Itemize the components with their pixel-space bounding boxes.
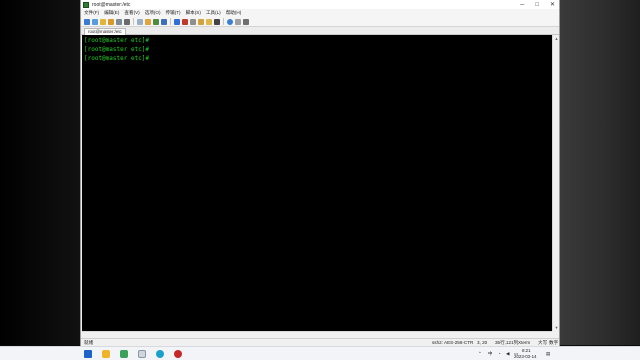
maximize-icon[interactable]: □ bbox=[535, 2, 539, 8]
status-cipher: ssh2: AES-256-CTR bbox=[432, 340, 474, 345]
vertical-scrollbar[interactable]: ▲ ▼ bbox=[552, 35, 559, 331]
scroll-down-icon[interactable]: ▼ bbox=[553, 324, 560, 331]
app-icon bbox=[83, 1, 89, 8]
clock-date[interactable]: 2023-03-14 bbox=[514, 354, 536, 359]
tray-chevron-icon[interactable]: ⌃ bbox=[478, 351, 482, 357]
globe-icon[interactable] bbox=[227, 18, 233, 25]
paste-icon[interactable] bbox=[145, 18, 151, 25]
disconnect-icon[interactable] bbox=[124, 18, 130, 25]
menu-file[interactable]: 文件(F) bbox=[84, 10, 99, 16]
file-explorer-icon[interactable] bbox=[102, 350, 110, 358]
quick-connect-icon[interactable] bbox=[92, 18, 98, 25]
toolbar-separator bbox=[223, 18, 224, 25]
copy-icon[interactable] bbox=[137, 18, 143, 25]
menu-bar: 文件(F) 编辑(E) 查看(V) 选项(O) 传输(T) 脚本(S) 工具(L… bbox=[81, 9, 559, 17]
menu-edit[interactable]: 编辑(E) bbox=[104, 10, 119, 16]
desktop-left bbox=[0, 0, 80, 345]
reconnect-icon[interactable] bbox=[116, 18, 122, 25]
print-icon[interactable] bbox=[161, 18, 167, 25]
screen-icon[interactable] bbox=[235, 18, 241, 25]
terminal-output[interactable]: [root@master etc]# [root@master etc]# [r… bbox=[82, 35, 552, 331]
screen: root@master:/etc ─ □ ✕ 文件(F) 编辑(E) 查看(V)… bbox=[0, 0, 640, 360]
volume-icon[interactable]: ◀ bbox=[506, 351, 509, 357]
title-bar[interactable]: root@master:/etc ─ □ ✕ bbox=[81, 0, 559, 9]
terminal-line: [root@master etc]# bbox=[84, 37, 150, 44]
terminal-line: [root@master etc]# bbox=[84, 46, 150, 53]
app-icon-green[interactable] bbox=[120, 350, 128, 358]
session-tabs: root@master:/etc bbox=[81, 27, 559, 35]
lock-icon[interactable] bbox=[206, 18, 212, 25]
status-bar: 就绪 ssh2: AES-256-CTR 3, 20 35行,121列 Xter… bbox=[81, 338, 559, 346]
menu-tools[interactable]: 工具(L) bbox=[206, 10, 221, 16]
settings-icon[interactable] bbox=[182, 18, 188, 25]
window-controls: ─ □ ✕ bbox=[520, 0, 555, 9]
menu-help[interactable]: 帮助(H) bbox=[226, 10, 242, 16]
network-icon[interactable]: ◔ bbox=[498, 351, 501, 356]
terminal-line: [root@master etc]# bbox=[84, 55, 150, 62]
securecrt-icon[interactable] bbox=[138, 350, 146, 358]
tab-root-master-etc[interactable]: root@master:/etc bbox=[84, 28, 126, 35]
menu-options[interactable]: 选项(O) bbox=[145, 10, 161, 16]
notification-icon[interactable]: ▤ bbox=[546, 351, 550, 357]
horizontal-scrollbar[interactable] bbox=[82, 331, 552, 338]
toolbar-separator bbox=[133, 18, 134, 25]
sftp-icon[interactable] bbox=[174, 18, 180, 25]
edge-icon[interactable] bbox=[156, 350, 164, 358]
desktop-right bbox=[560, 0, 640, 345]
menu-view[interactable]: 查看(V) bbox=[124, 10, 139, 16]
key-icon[interactable] bbox=[198, 18, 204, 25]
menu-script[interactable]: 脚本(S) bbox=[186, 10, 201, 16]
toolbar bbox=[81, 17, 559, 27]
status-cursor: 3, 20 bbox=[477, 340, 488, 345]
keymap-icon[interactable] bbox=[190, 18, 196, 25]
connect-icon[interactable] bbox=[84, 18, 90, 25]
find-icon[interactable] bbox=[153, 18, 159, 25]
window-title: root@master:/etc bbox=[92, 1, 131, 8]
help-icon[interactable] bbox=[214, 18, 220, 25]
script-icon[interactable] bbox=[243, 18, 249, 25]
toolbar-separator bbox=[170, 18, 171, 25]
status-term: Xterm bbox=[518, 340, 531, 345]
minimize-icon[interactable]: ─ bbox=[520, 2, 524, 8]
record-icon[interactable] bbox=[174, 350, 182, 358]
taskbar: ⌃ 中 ◔ ◀ ▭ 8:21 2023-03-14 ▤ bbox=[0, 346, 640, 360]
start-icon[interactable] bbox=[84, 350, 92, 358]
open-session-icon[interactable] bbox=[100, 18, 106, 25]
close-icon[interactable]: ✕ bbox=[550, 1, 555, 8]
folder-icon[interactable] bbox=[108, 18, 114, 25]
terminal-window: root@master:/etc ─ □ ✕ 文件(F) 编辑(E) 查看(V)… bbox=[80, 0, 560, 346]
menu-transfer[interactable]: 传输(T) bbox=[166, 10, 181, 16]
ime-indicator[interactable]: 中 bbox=[488, 351, 492, 357]
scroll-up-icon[interactable]: ▲ bbox=[553, 35, 560, 42]
clock-time[interactable]: 8:21 bbox=[522, 348, 531, 353]
